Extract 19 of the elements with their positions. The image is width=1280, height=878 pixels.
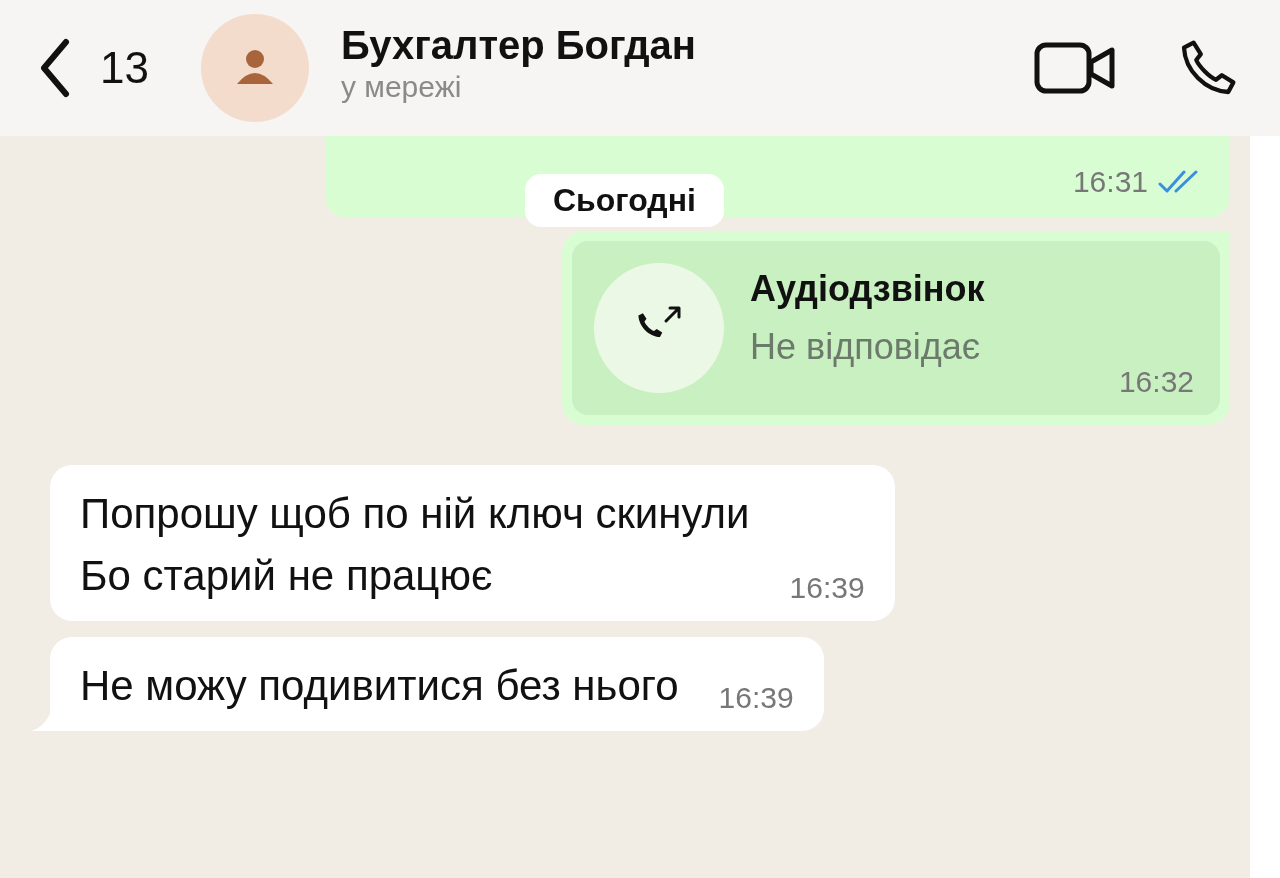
message-time: 16:32: [1118, 365, 1194, 399]
unread-count: 13: [100, 43, 149, 93]
message-text: Бо старий не працює: [80, 551, 494, 601]
contact-name[interactable]: Бухгалтер Богдан: [340, 22, 974, 68]
message-time: 16:39: [789, 571, 865, 605]
date-label: Сьогодні: [525, 174, 724, 227]
avatar-icon[interactable]: [200, 14, 309, 122]
back-button[interactable]: 13: [38, 38, 149, 98]
message-text: Попрошу щоб по ній ключ скинули: [80, 489, 750, 539]
message-time: 16:31: [1072, 165, 1148, 199]
outgoing-call-icon: [594, 263, 724, 393]
call-title: Аудіодзвінок: [750, 268, 985, 310]
video-call-icon[interactable]: [1034, 42, 1116, 94]
back-chevron-icon: [38, 38, 72, 98]
message-time: 16:39: [718, 681, 794, 715]
call-status: Не відповідає: [750, 326, 982, 368]
contact-status: у мережі: [340, 69, 463, 104]
call-message-bubble[interactable]: Аудіодзвінок Не відповідає 16:32: [562, 231, 1230, 425]
message-text: Не можу подивитися без нього: [80, 661, 679, 711]
